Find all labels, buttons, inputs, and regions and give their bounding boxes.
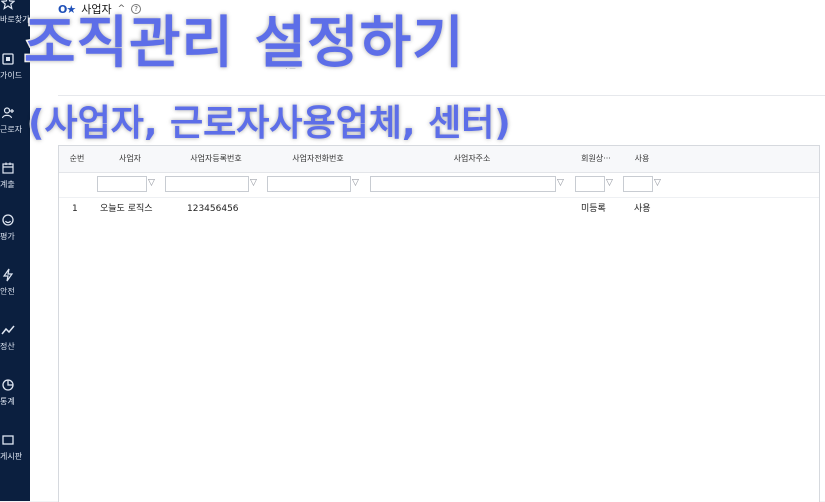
- column-header-no[interactable]: 순번: [59, 146, 95, 172]
- filter-input-member[interactable]: [575, 176, 605, 192]
- bolt-icon: [2, 268, 14, 282]
- sidebar-item-report[interactable]: 계출: [0, 161, 30, 190]
- filter-row: ▽ ▽ ▽ ▽ ▽ ▽: [59, 173, 819, 198]
- sidebar-item-label: 게시판: [0, 452, 23, 461]
- filter-icon[interactable]: ▽: [250, 177, 260, 189]
- filter-input-name[interactable]: [97, 176, 147, 192]
- star-icon: [1, 0, 15, 10]
- cell-name: 오늘도 로직스: [100, 204, 153, 214]
- pie-icon: [2, 379, 14, 391]
- cell-reg-number: 123456456: [187, 204, 239, 214]
- column-header-member[interactable]: 회원상···: [571, 146, 621, 172]
- filter-input-reg-number[interactable]: [165, 176, 249, 192]
- column-header-phone[interactable]: 사업자전화번호: [267, 146, 369, 172]
- sidebar-item-worker[interactable]: 근로자: [0, 106, 30, 135]
- overlay-title: 조직관리 설정하기: [23, 10, 466, 77]
- column-header-name[interactable]: 사업자: [95, 146, 165, 172]
- column-header-address[interactable]: 사업자주소: [369, 146, 575, 172]
- board-icon: [2, 435, 14, 445]
- grid-header: 순번 사업자 사업자등록번호 사업자전화번호 사업자주소 회원상··· 사용: [59, 146, 819, 173]
- overlay-subtitle: (사업자, 근로자사용업체, 센터): [27, 102, 513, 146]
- cell-member: 미등록: [581, 204, 606, 214]
- filter-input-phone[interactable]: [267, 176, 351, 192]
- sidebar-item-label: 안전: [0, 287, 15, 296]
- cell-no: 1: [72, 204, 78, 214]
- sidebar-item-label: 통계: [0, 397, 15, 406]
- sidebar-item-label: 계출: [0, 180, 15, 189]
- user-add-icon: [1, 107, 14, 119]
- filter-icon[interactable]: ▽: [557, 177, 567, 189]
- sidebar-item-statistics[interactable]: 통계: [0, 378, 30, 407]
- sidebar-item-label: 평가: [0, 232, 15, 241]
- sidebar-item-settlement[interactable]: 정산: [0, 323, 30, 352]
- sidebar-item-label: 근로자: [0, 125, 23, 134]
- cell-use: 사용: [634, 204, 651, 214]
- divider: [58, 95, 825, 96]
- filter-icon[interactable]: ▽: [148, 177, 158, 189]
- filter-icon[interactable]: ▽: [352, 177, 362, 189]
- sidebar-item-evaluation[interactable]: 평가: [0, 213, 30, 242]
- sidebar-item-safety[interactable]: 안전: [0, 268, 30, 297]
- filter-icon[interactable]: ▽: [606, 177, 616, 189]
- sidebar-item-board[interactable]: 게시판: [0, 433, 30, 462]
- filter-input-use[interactable]: [623, 176, 653, 192]
- column-header-use[interactable]: 사용: [621, 146, 663, 172]
- chart-line-icon: [1, 325, 15, 335]
- smile-icon: [2, 214, 14, 226]
- calendar-icon: [2, 162, 14, 174]
- business-grid: 순번 사업자 사업자등록번호 사업자전화번호 사업자주소 회원상··· 사용 ▽…: [58, 145, 820, 502]
- sidebar-item-label: 정산: [0, 342, 15, 351]
- column-header-reg-number[interactable]: 사업자등록번호: [165, 146, 267, 172]
- guide-icon: [2, 53, 14, 65]
- filter-icon[interactable]: ▽: [654, 177, 664, 189]
- filter-input-address[interactable]: [370, 176, 556, 192]
